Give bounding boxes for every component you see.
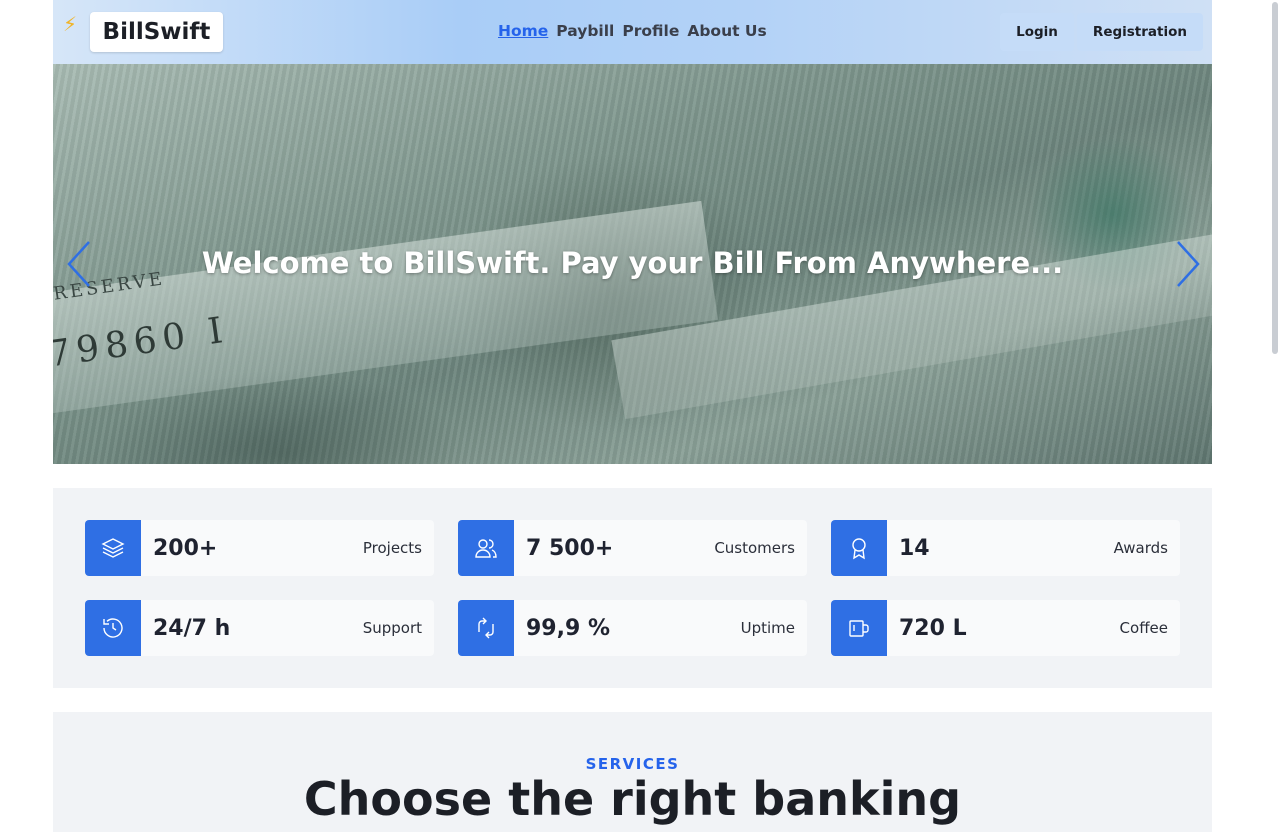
site-header: ⚡ BillSwift Home Paybill Profile About U… [53, 0, 1212, 64]
brand-logo[interactable]: BillSwift [90, 12, 223, 52]
layers-icon [85, 520, 141, 576]
stat-card-support: 24/7 h Support [85, 600, 434, 656]
chevron-left-icon [67, 241, 90, 287]
coffee-cup-icon [831, 600, 887, 656]
nav-about-us[interactable]: About Us [687, 22, 766, 40]
stat-card-coffee: 720 L Coffee [831, 600, 1180, 656]
stat-card-customers: 7 500+ Customers [458, 520, 807, 576]
stat-card-uptime: 99,9 % Uptime [458, 600, 807, 656]
services-section: SERVICES Choose the right banking [53, 712, 1212, 832]
stat-value: 200+ [153, 535, 218, 561]
stats-section: 200+ Projects 7 500+ Customers 14 Awards… [53, 488, 1212, 688]
brand-name: BillSwift [102, 19, 211, 45]
chevron-right-icon [1177, 241, 1200, 287]
stat-label: Support [362, 619, 422, 637]
refresh-icon [458, 600, 514, 656]
stat-value: 7 500+ [526, 535, 614, 561]
auth-buttons: Login Registration [1000, 13, 1203, 51]
award-icon [831, 520, 887, 576]
login-button[interactable]: Login [1000, 13, 1074, 51]
nav-home[interactable]: Home [498, 22, 548, 40]
services-kicker: SERVICES [585, 755, 680, 773]
registration-button[interactable]: Registration [1076, 13, 1203, 51]
stat-label: Coffee [1119, 619, 1168, 637]
stat-label: Awards [1113, 539, 1168, 557]
services-title: Choose the right banking [303, 772, 962, 826]
page-scrollbar[interactable] [1268, 0, 1280, 800]
scrollbar-thumb[interactable] [1272, 2, 1278, 354]
history-icon [85, 600, 141, 656]
hero-title: Welcome to BillSwift. Pay your Bill From… [201, 246, 1064, 280]
nav-paybill[interactable]: Paybill [556, 22, 614, 40]
stat-value: 14 [899, 535, 930, 561]
stat-value: 99,9 % [526, 615, 610, 641]
users-icon [458, 520, 514, 576]
nav-profile[interactable]: Profile [622, 22, 679, 40]
stat-label: Customers [714, 539, 795, 557]
main-nav: Home Paybill Profile About Us [498, 22, 767, 40]
carousel-next-button[interactable] [1172, 240, 1202, 288]
stat-label: Uptime [740, 619, 795, 637]
stat-card-awards: 14 Awards [831, 520, 1180, 576]
stat-value: 720 L [899, 615, 967, 641]
carousel-prev-button[interactable] [65, 240, 95, 288]
hero-carousel: RESERVE 79860 I Welcome to BillSwift. Pa… [53, 64, 1212, 464]
stat-label: Projects [362, 539, 422, 557]
stat-card-projects: 200+ Projects [85, 520, 434, 576]
stat-value: 24/7 h [153, 615, 231, 641]
lightning-bolt-icon: ⚡ [63, 12, 78, 36]
